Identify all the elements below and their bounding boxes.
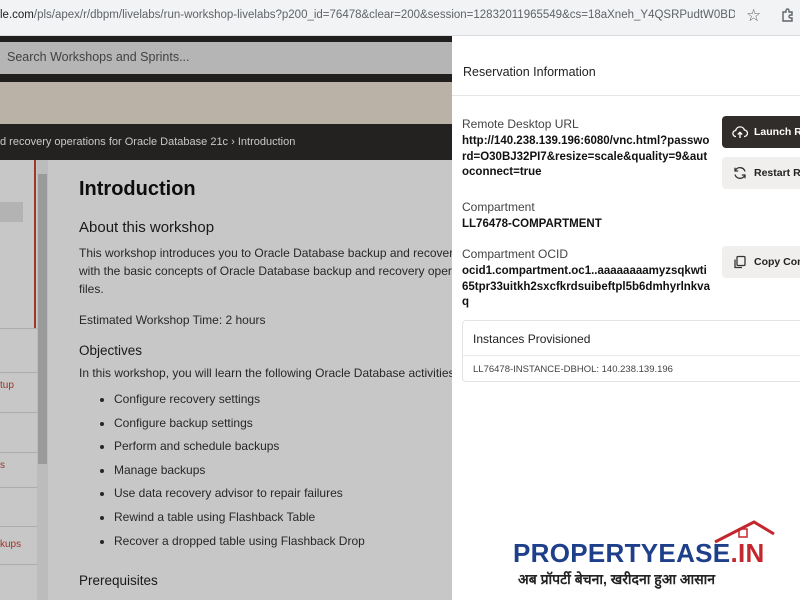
compartment-ocid-label: Compartment OCID — [462, 247, 569, 261]
propertyease-watermark: PROPERTYEASE.IN अब प्रॉपर्टी बेचना, खरीद… — [510, 520, 790, 598]
instances-card: Instances Provisioned LL76478-INSTANCE-D… — [462, 320, 800, 382]
panel-title: Reservation Information — [463, 65, 596, 79]
launch-button-label: Launch Re — [754, 126, 800, 138]
compartment-value: LL76478-COMPARTMENT — [462, 218, 602, 230]
brand-main: PROPERTYEASE — [513, 538, 731, 568]
bookmark-star-icon[interactable]: ☆ — [746, 6, 761, 26]
brand-name: PROPERTYEASE.IN — [513, 538, 765, 569]
copy-button-label: Copy Com — [754, 256, 800, 268]
compartment-label: Compartment — [462, 200, 535, 214]
browser-address-bar: le.com/pls/apex/r/dbpm/livelabs/run-work… — [0, 0, 800, 36]
modal-overlay[interactable] — [0, 36, 452, 600]
copy-compartment-ocid-button[interactable]: Copy Com — [722, 246, 800, 278]
url-domain: le.com — [0, 9, 34, 21]
extensions-icon[interactable] — [780, 7, 796, 23]
launch-remote-desktop-button[interactable]: Launch Re — [722, 116, 800, 148]
copy-icon — [734, 255, 746, 269]
brand-tld: .IN — [730, 538, 765, 568]
restart-button-label: Restart Re — [754, 167, 800, 179]
compartment-ocid-value: ocid1.compartment.oc1..aaaaaaaamyzsqkwti… — [462, 265, 710, 308]
restart-remote-desktop-button[interactable]: Restart Re — [722, 157, 800, 189]
panel-divider — [452, 95, 800, 96]
url-path: /pls/apex/r/dbpm/livelabs/run-workshop-l… — [33, 9, 735, 21]
url-field[interactable]: le.com/pls/apex/r/dbpm/livelabs/run-work… — [0, 9, 735, 21]
brand-tagline: अब प्रॉपर्टी बेचना, खरीदना हुआ आसान — [518, 571, 716, 587]
instances-heading: Instances Provisioned — [473, 332, 591, 346]
instance-value: LL76478-INSTANCE-DBHOL: 140.238.139.196 — [473, 364, 673, 375]
remote-desktop-url[interactable]: http://140.238.139.196:6080/vnc.html?pas… — [462, 134, 710, 181]
reservation-panel: Reservation Information Remote Desktop U… — [452, 36, 800, 600]
instances-divider — [463, 355, 800, 356]
refresh-icon — [734, 167, 746, 179]
cloud-launch-icon — [732, 126, 748, 138]
remote-desktop-label: Remote Desktop URL — [462, 117, 579, 131]
